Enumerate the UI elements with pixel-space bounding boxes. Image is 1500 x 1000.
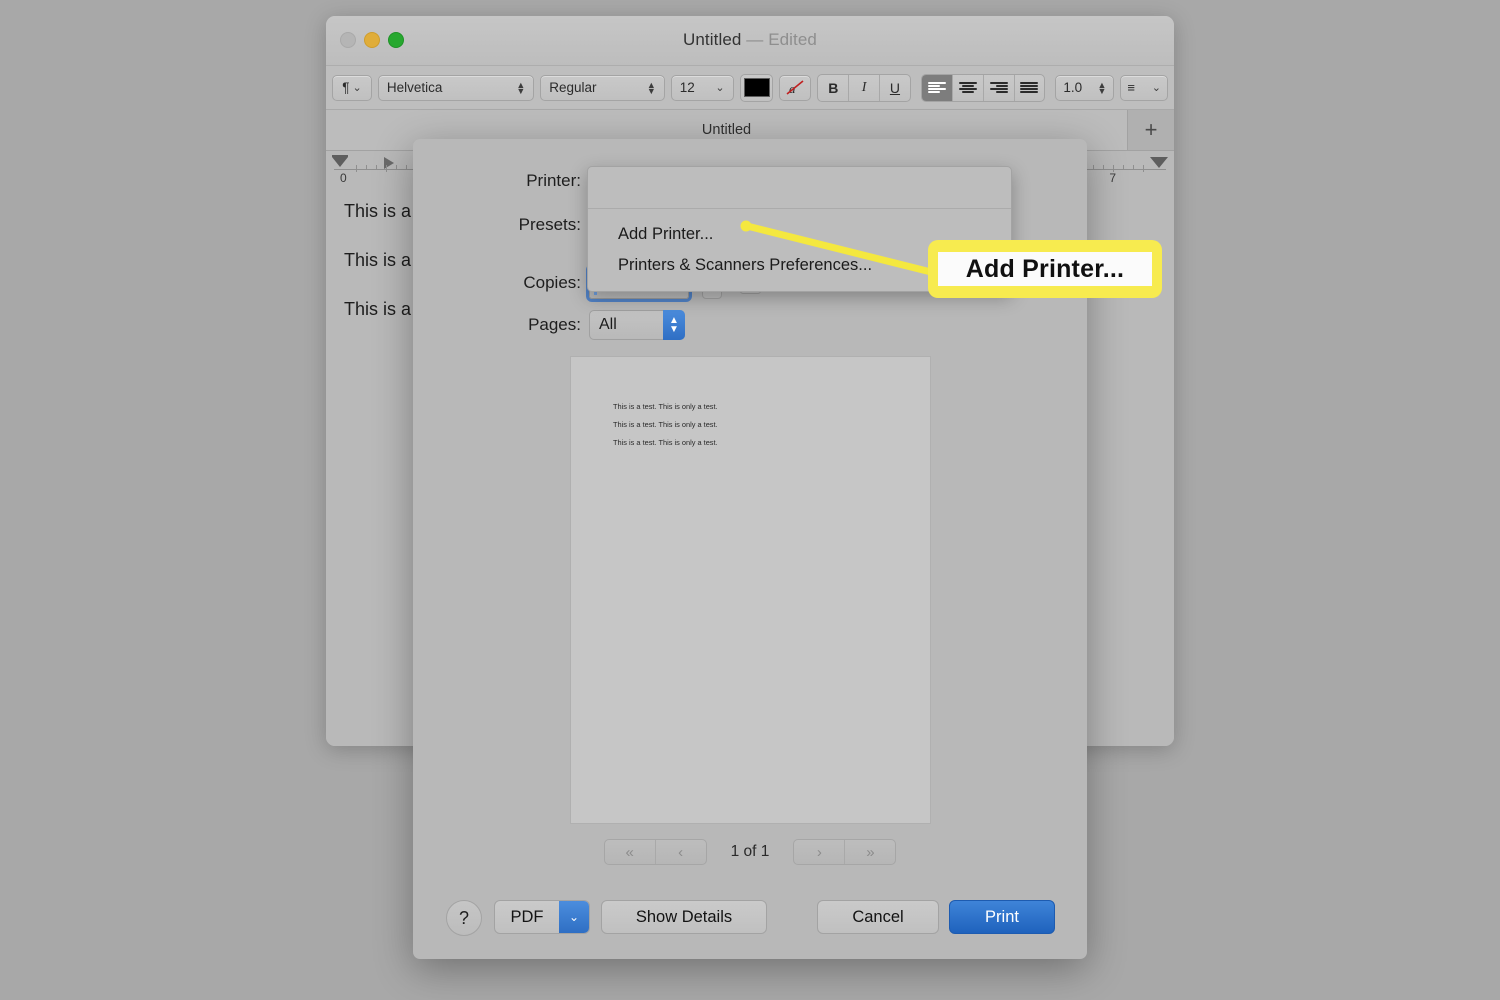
last-page-button[interactable]: » bbox=[845, 840, 895, 864]
pages-value: All bbox=[599, 316, 617, 333]
align-justify-icon[interactable] bbox=[1015, 75, 1045, 101]
italic-button[interactable]: I bbox=[849, 74, 881, 101]
callout-label: Add Printer... bbox=[938, 252, 1152, 286]
pager-prev-group: « ‹ bbox=[603, 839, 707, 865]
remove-color-button[interactable]: a bbox=[779, 74, 812, 101]
presets-label: Presets: bbox=[518, 215, 581, 234]
copies-label: Copies: bbox=[523, 273, 581, 292]
font-style-select[interactable]: Regular ▲ ▼ bbox=[540, 74, 665, 101]
line-spacing-value: 1.0 bbox=[1063, 80, 1083, 95]
font-size-select[interactable]: 12 ⌄ bbox=[670, 74, 734, 101]
chevron-down-icon[interactable]: ⌄ bbox=[559, 901, 589, 933]
no-color-a-icon: a bbox=[786, 79, 804, 96]
plus-icon: + bbox=[1144, 117, 1158, 142]
font-family-select[interactable]: Helvetica ▲ ▼ bbox=[377, 74, 535, 101]
printer-menu-selected-item[interactable] bbox=[588, 167, 1011, 209]
format-toolbar: ¶ ⌄ Helvetica ▲ ▼ Regular ▲ ▼ 12 ⌄ a B I… bbox=[326, 66, 1174, 110]
page-title: Untitled — Edited bbox=[326, 30, 1174, 50]
paragraph-icon: ¶ bbox=[342, 80, 350, 95]
show-details-button[interactable]: Show Details bbox=[601, 900, 767, 934]
show-details-label: Show Details bbox=[635, 907, 733, 926]
font-style-value: Regular bbox=[549, 80, 597, 95]
align-center-icon[interactable] bbox=[953, 74, 984, 101]
dialog-footer: ? PDF ⌄ Show Details Cancel Print bbox=[413, 889, 1087, 949]
align-left-icon[interactable] bbox=[921, 74, 953, 101]
print-label: Print bbox=[985, 907, 1019, 926]
text-color-button[interactable] bbox=[739, 73, 774, 102]
font-size-value: 12 bbox=[679, 80, 695, 95]
pager-next-group: › » bbox=[793, 839, 897, 865]
tab-label: Untitled bbox=[701, 122, 752, 138]
chevron-down-icon: ⌄ bbox=[1151, 82, 1161, 94]
line-spacing-select[interactable]: 1.0 ▲ ▼ bbox=[1055, 74, 1115, 101]
pages-stepper-icon[interactable]: ▲ ▼ bbox=[663, 310, 685, 340]
underline-button[interactable]: U bbox=[880, 75, 910, 101]
screen: Untitled — Edited ¶ ⌄ Helvetica ▲ ▼ Regul… bbox=[0, 0, 1500, 1000]
cancel-label: Cancel bbox=[852, 907, 904, 926]
pdf-label: PDF bbox=[510, 907, 544, 926]
menu-spacer bbox=[588, 209, 1011, 219]
cancel-button[interactable]: Cancel bbox=[817, 900, 939, 934]
stepper-icon: ▲ ▼ bbox=[516, 79, 526, 96]
new-tab-button[interactable]: + bbox=[1128, 110, 1174, 150]
print-preview: This is a test. This is only a test. Thi… bbox=[570, 356, 931, 824]
text-style-group: B I U bbox=[817, 73, 911, 102]
printer-label: Printer: bbox=[526, 171, 581, 190]
font-family-value: Helvetica bbox=[386, 80, 443, 95]
pages-label: Pages: bbox=[528, 315, 581, 334]
chevron-down-icon: ⌄ bbox=[715, 82, 725, 94]
list-style-select[interactable]: ≡ ⌄ bbox=[1120, 74, 1168, 101]
ruler-right-number: 7 bbox=[1109, 171, 1116, 185]
alignment-group bbox=[920, 73, 1046, 102]
print-button[interactable]: Print bbox=[949, 900, 1055, 934]
stepper-icon: ▲ ▼ bbox=[646, 79, 656, 96]
right-indent-marker[interactable] bbox=[1150, 157, 1168, 168]
preview-line: This is a test. This is only a test. bbox=[613, 402, 718, 411]
next-page-button[interactable]: › bbox=[794, 840, 846, 864]
pages-select[interactable]: All ▲ ▼ bbox=[589, 310, 685, 340]
ruler-left-number: 0 bbox=[340, 171, 347, 185]
left-indent-marker[interactable] bbox=[332, 157, 348, 167]
bold-button[interactable]: B bbox=[818, 74, 850, 101]
previous-page-button[interactable]: ‹ bbox=[656, 840, 706, 864]
stepper-icon: ▲ ▼ bbox=[1097, 79, 1107, 96]
preview-pager: « ‹ 1 of 1 › » bbox=[413, 839, 1087, 865]
window-title-text: Untitled bbox=[682, 30, 742, 49]
callout-highlight: Add Printer... bbox=[928, 240, 1162, 298]
window-titlebar: Untitled — Edited bbox=[326, 16, 1174, 66]
align-right-icon[interactable] bbox=[984, 74, 1015, 101]
first-page-button[interactable]: « bbox=[605, 840, 656, 864]
help-button[interactable]: ? bbox=[446, 900, 482, 936]
color-swatch bbox=[743, 78, 770, 97]
preview-line: This is a test. This is only a test. bbox=[613, 438, 718, 447]
chevron-down-icon: ⌄ bbox=[352, 82, 362, 94]
window-edited-state: — Edited bbox=[746, 30, 817, 49]
preview-line: This is a test. This is only a test. bbox=[613, 420, 718, 429]
list-icon: ≡ bbox=[1127, 80, 1135, 95]
page-indicator: 1 of 1 bbox=[730, 843, 770, 860]
pdf-button[interactable]: PDF ⌄ bbox=[494, 900, 590, 934]
help-icon: ? bbox=[458, 907, 469, 928]
paragraph-style-button[interactable]: ¶ ⌄ bbox=[332, 74, 372, 101]
